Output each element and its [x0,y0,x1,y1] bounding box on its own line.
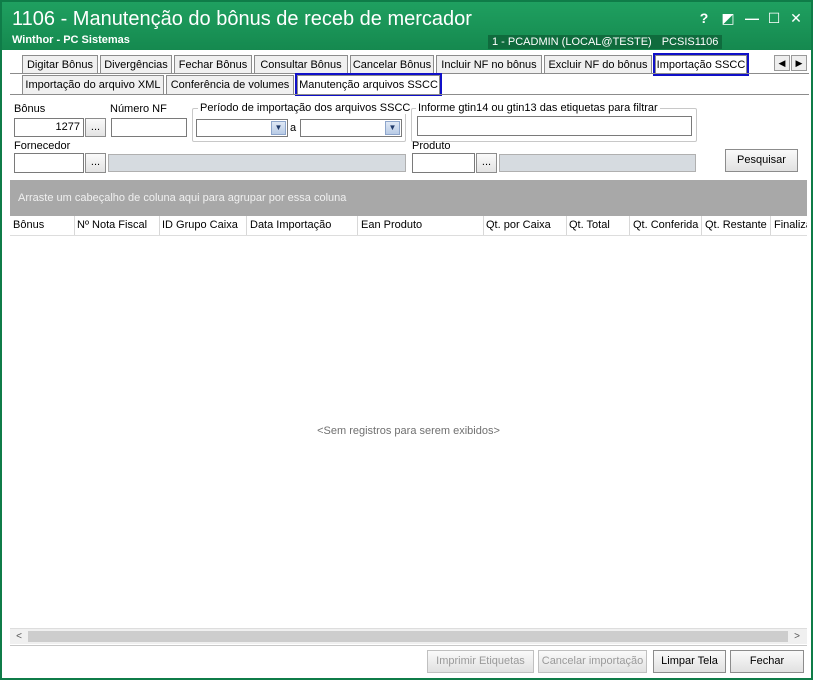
fornecedor-code-input[interactable] [14,153,84,173]
grid-group-panel[interactable]: Arraste um cabeçalho de coluna aqui para… [10,180,807,216]
col-separator [483,216,484,235]
periodo-separator: a [290,122,297,134]
imprimir-etiquetas-button[interactable]: Imprimir Etiquetas [427,650,534,673]
limpar-tela-button[interactable]: Limpar Tela [653,650,726,673]
tab-next-icon[interactable]: ▶ [791,55,807,71]
tab-cancelar-bonus[interactable]: Cancelar Bônus [350,55,434,74]
fornecedor-label: Fornecedor [14,140,71,152]
col-separator [629,216,630,235]
periodo-start-date[interactable]: ▼ [196,119,288,137]
col-qt-restante[interactable]: Qt. Restante [705,219,767,231]
tab-fechar-bonus[interactable]: Fechar Bônus [174,55,252,74]
col-ean-produto[interactable]: Ean Produto [361,219,422,231]
tab-importacao-sscc[interactable]: Importação SSCC [653,53,749,76]
scroll-right-icon[interactable]: > [790,630,804,644]
periodo-label: Período de importação dos arquivos SSCC [198,102,413,114]
close-icon[interactable]: ✕ [788,10,804,26]
col-separator [566,216,567,235]
horizontal-scrollbar[interactable]: < > [10,628,807,644]
grid-header: Bônus Nº Nota Fiscal ID Grupo Caixa Data… [10,216,807,236]
col-separator [159,216,160,235]
col-qt-por-caixa[interactable]: Qt. por Caixa [486,219,551,231]
col-nota-fiscal[interactable]: Nº Nota Fiscal [77,219,147,231]
col-separator [74,216,75,235]
help-icon[interactable]: ? [696,10,712,26]
pesquisar-button[interactable]: Pesquisar [725,149,798,172]
gtin-input[interactable] [417,116,692,136]
cancelar-importacao-button[interactable]: Cancelar importação [538,650,647,673]
produto-code-input[interactable] [412,153,475,173]
minimize-icon[interactable]: — [744,10,760,26]
grid-body[interactable]: <Sem registros para serem exibidos> [10,236,807,628]
program-code: PCSIS1106 [661,36,719,48]
tab-consultar-bonus[interactable]: Consultar Bônus [254,55,348,74]
bonus-label: Bônus [14,103,46,115]
col-data-importacao[interactable]: Data Importação [250,219,331,231]
tab-divergencias[interactable]: Divergências [100,55,172,74]
bonus-input[interactable]: 1277 [14,118,84,137]
numero-nf-label: Número NF [110,103,167,115]
footer-divider [10,645,807,646]
col-finaliza[interactable]: Finaliza [774,219,807,231]
tab-importacao-xml[interactable]: Importação do arquivo XML [22,75,164,94]
tab-excluir-nf[interactable]: Excluir NF do bônus [544,55,652,74]
tab-manutencao-sscc[interactable]: Manutenção arquivos SSCC [295,73,442,96]
col-qt-total[interactable]: Qt. Total [569,219,610,231]
tab-conferencia-volumes[interactable]: Conferência de volumes [166,75,294,94]
maximize-icon[interactable]: ☐ [766,10,782,26]
col-bonus[interactable]: Bônus [13,219,44,231]
chevron-down-icon[interactable]: ▼ [271,121,286,135]
col-separator [770,216,771,235]
numero-nf-input[interactable] [111,118,187,137]
produto-name-field [499,154,696,172]
user-info-bar: 1 - PCADMIN (LOCAL@TESTE) PCSIS1106 [488,35,723,49]
col-separator [701,216,702,235]
col-separator [246,216,247,235]
user-info: 1 - PCADMIN (LOCAL@TESTE) [492,36,652,48]
empty-message: <Sem registros para serem exibidos> [317,425,500,437]
fornecedor-name-field [108,154,406,172]
fornecedor-lookup-button[interactable]: ... [85,153,106,173]
title-bar: 1106 - Manutenção do bônus de receb de m… [2,2,811,50]
col-id-grupo-caixa[interactable]: ID Grupo Caixa [162,219,238,231]
col-separator [357,216,358,235]
tab-prev-icon[interactable]: ◀ [774,55,790,71]
window-title: 1106 - Manutenção do bônus de receb de m… [12,8,472,30]
restore-icon[interactable]: ◩ [720,10,736,26]
main-window: 1106 - Manutenção do bônus de receb de m… [0,0,813,680]
tab-incluir-nf[interactable]: Incluir NF no bônus [436,55,542,74]
scroll-left-icon[interactable]: < [12,630,26,644]
col-qt-conferida[interactable]: Qt. Conferida [633,219,698,231]
periodo-end-date[interactable]: ▼ [300,119,402,137]
window-subtitle: Winthor - PC Sistemas [12,34,130,46]
chevron-down-icon[interactable]: ▼ [385,121,400,135]
tabstrip-divider [10,73,809,74]
produto-lookup-button[interactable]: ... [476,153,497,173]
gtin-label: Informe gtin14 ou gtin13 das etiquetas p… [416,102,660,114]
produto-label: Produto [412,140,451,152]
scrollbar-thumb[interactable] [28,631,788,642]
fechar-button[interactable]: Fechar [730,650,804,673]
tabstrip-divider-2 [10,94,809,95]
tab-digitar-bonus[interactable]: Digitar Bônus [22,55,98,74]
bonus-lookup-button[interactable]: ... [85,118,106,137]
